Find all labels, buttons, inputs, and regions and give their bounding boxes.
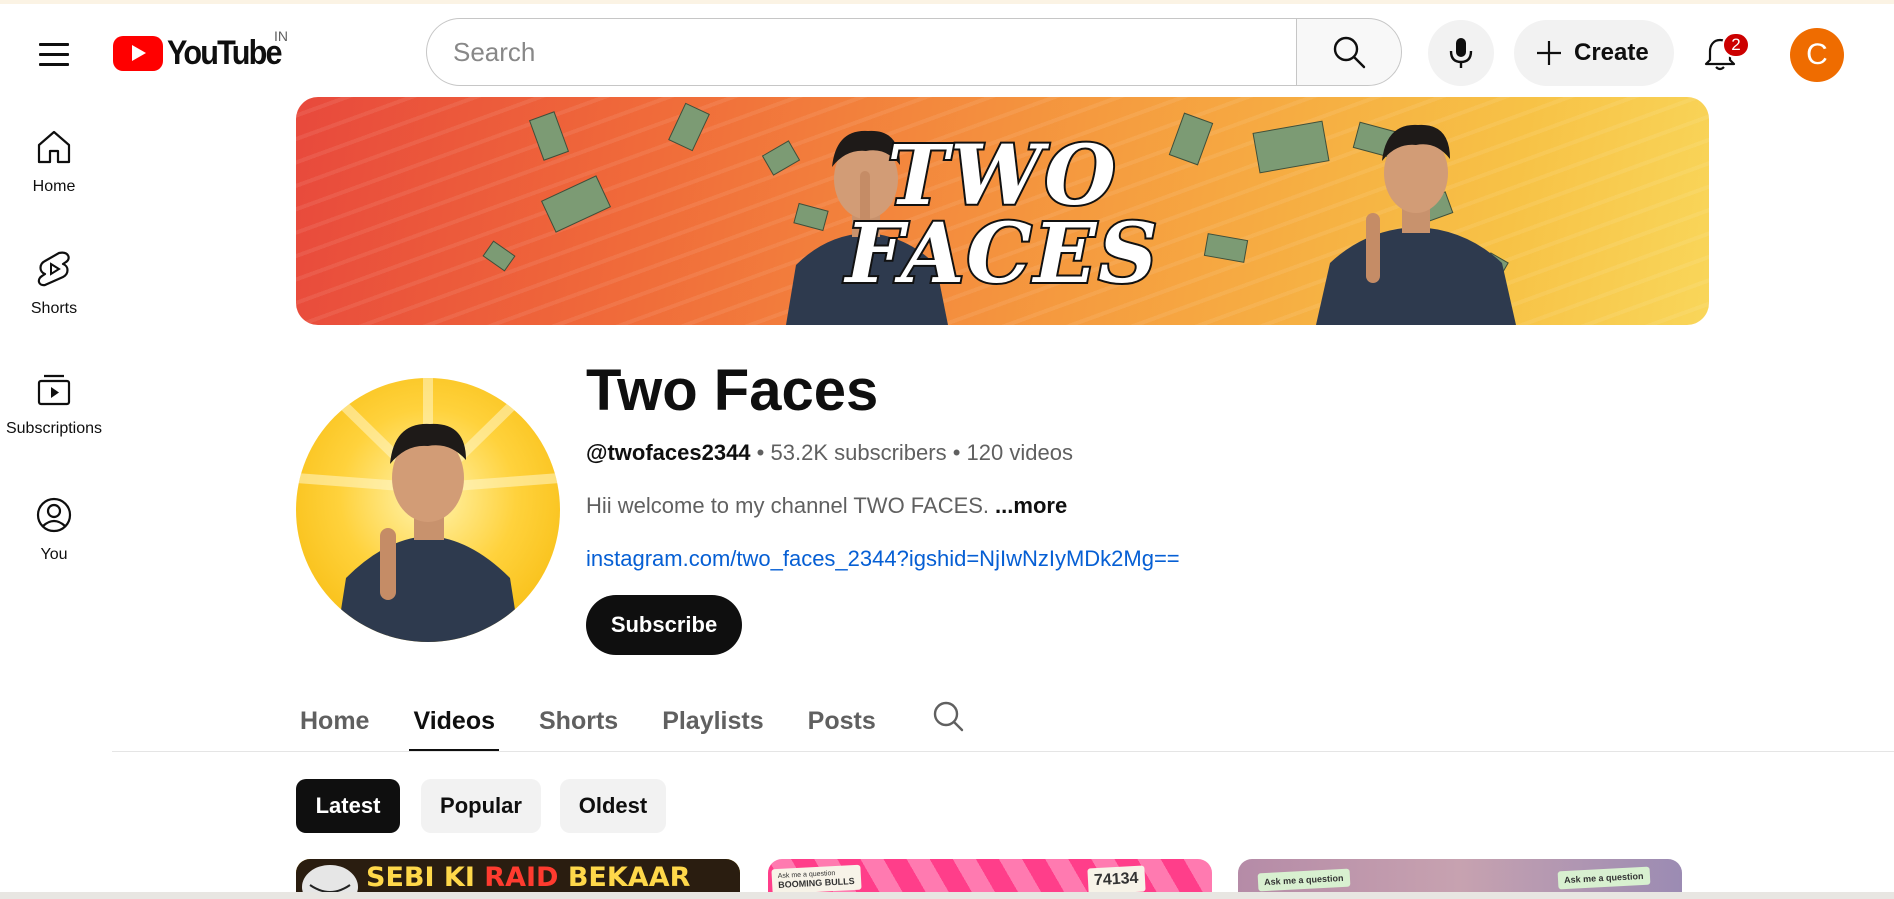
channel-external-link[interactable]: instagram.com/two_faces_2344?igshid=NjIw… <box>586 546 1180 572</box>
meta-separator: • <box>756 440 765 465</box>
guide-item-label: Home <box>32 178 76 195</box>
tab-playlists[interactable]: Playlists <box>658 690 767 752</box>
video-count: 120 videos <box>966 440 1073 465</box>
search-input[interactable] <box>426 18 1296 86</box>
thumbnail-text: SEBI KI <box>366 862 485 893</box>
subscriber-count: 53.2K subscribers <box>770 440 947 465</box>
youtube-play-icon <box>113 35 163 71</box>
thumbnail-note: Ask me a question <box>1557 866 1650 890</box>
subscriptions-icon <box>37 374 71 406</box>
guide-item-label: You <box>40 546 68 563</box>
thumbnail-note: Ask me a question <box>1257 868 1350 892</box>
channel-avatar[interactable] <box>296 378 560 642</box>
you-icon <box>36 497 72 533</box>
masthead: YouTube IN Create 2 C <box>0 4 1894 98</box>
menu-icon-bar <box>39 52 69 56</box>
thumbnail-text-highlight: RAID <box>484 862 559 893</box>
account-avatar[interactable]: C <box>1790 28 1844 82</box>
youtube-logo[interactable]: YouTube <box>113 32 293 74</box>
tab-videos[interactable]: Videos <box>409 690 499 752</box>
thumbnail-note: Ask me a question BOOMING BULLS <box>771 864 862 895</box>
plus-icon <box>1537 41 1561 65</box>
guide-item-shorts[interactable]: Shorts <box>0 250 108 318</box>
more-link[interactable]: ...more <box>995 493 1067 518</box>
voice-search-button[interactable] <box>1428 20 1494 86</box>
tabs-divider <box>112 751 1894 752</box>
chip-latest[interactable]: Latest <box>296 779 400 833</box>
create-button[interactable]: Create <box>1514 20 1674 86</box>
home-icon <box>37 130 71 164</box>
menu-icon-bar <box>39 42 69 46</box>
guide-item-you[interactable]: You <box>0 496 108 564</box>
tab-posts[interactable]: Posts <box>804 690 880 752</box>
guide-item-subscriptions[interactable]: Subscriptions <box>0 372 108 438</box>
channel-handle: @twofaces2344 <box>586 440 751 465</box>
guide-item-home[interactable]: Home <box>0 128 108 196</box>
channel-tabs: Home Videos Shorts Playlists Posts <box>296 690 916 752</box>
tab-home[interactable]: Home <box>296 690 373 752</box>
tab-shorts[interactable]: Shorts <box>535 690 622 752</box>
banner-title: TWO FACES <box>296 128 1709 302</box>
search-box <box>426 18 1402 86</box>
thumbnail-note: 74134 <box>1087 865 1146 895</box>
guide-menu-button[interactable] <box>30 30 78 78</box>
search-button[interactable] <box>1296 18 1402 86</box>
create-label: Create <box>1574 39 1649 66</box>
search-icon <box>1333 36 1366 69</box>
microphone-icon <box>1449 38 1473 68</box>
meta-separator: • <box>952 440 961 465</box>
country-code: IN <box>274 28 288 44</box>
logo-wordmark: YouTube <box>167 33 283 72</box>
channel-name: Two Faces <box>586 358 879 423</box>
description-text: Hii welcome to my channel TWO FACES. <box>586 493 990 518</box>
chip-popular[interactable]: Popular <box>421 779 541 833</box>
banner-title-line2: FACES <box>843 206 1160 302</box>
window-bottom-strip <box>0 892 1894 899</box>
channel-search-button[interactable] <box>926 694 970 738</box>
guide-item-label: Subscriptions <box>5 420 103 437</box>
search-icon <box>933 701 964 732</box>
channel-banner: TWO FACES <box>296 97 1709 325</box>
channel-description[interactable]: Hii welcome to my channel TWO FACES. ...m… <box>586 493 1067 519</box>
subscribe-button[interactable]: Subscribe <box>586 595 742 655</box>
channel-avatar-image <box>296 378 560 642</box>
channel-meta: @twofaces2344 • 53.2K subscribers • 120 … <box>586 440 1073 466</box>
menu-icon-bar <box>39 62 69 66</box>
chip-oldest[interactable]: Oldest <box>560 779 666 833</box>
banner-title-line1: TWO <box>885 128 1118 224</box>
guide-item-label: Shorts <box>30 300 78 317</box>
shorts-icon <box>37 251 70 287</box>
notification-badge: 2 <box>1722 32 1750 58</box>
